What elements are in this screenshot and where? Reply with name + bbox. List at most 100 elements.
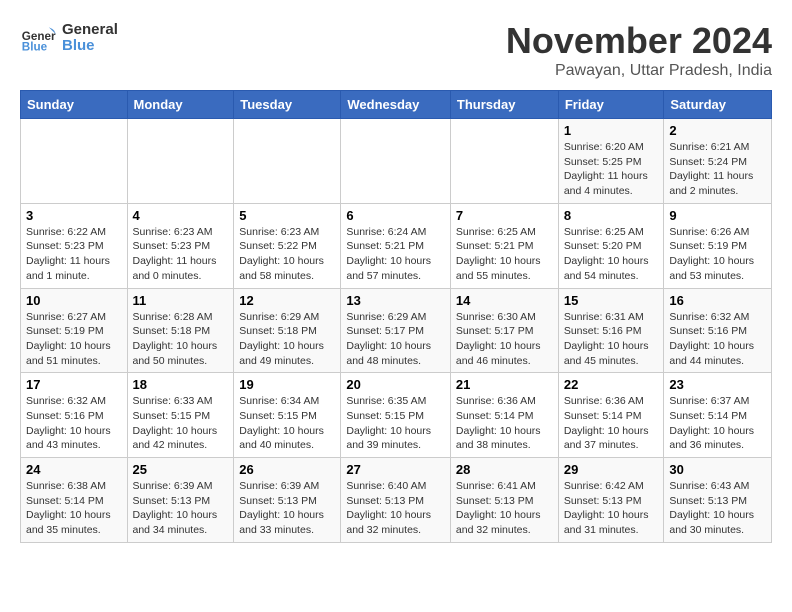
- day-number: 15: [564, 293, 659, 308]
- day-number: 20: [346, 377, 445, 392]
- day-cell: 29 Sunrise: 6:42 AM Sunset: 5:13 PM Dayli…: [558, 458, 664, 543]
- header: General Blue General Blue November 2024 …: [20, 20, 772, 80]
- logo-icon: General Blue: [20, 20, 56, 56]
- day-number: 1: [564, 123, 659, 138]
- day-info: Sunrise: 6:26 AM Sunset: 5:19 PM Dayligh…: [669, 225, 766, 284]
- day-cell: 25Sunrise: 6:39 AM Sunset: 5:13 PM Dayli…: [127, 458, 234, 543]
- header-cell-thursday: Thursday: [450, 91, 558, 119]
- day-cell: 10 Sunrise: 6:27 AM Sunset: 5:19 PM Dayli…: [21, 288, 128, 373]
- calendar-body: 1 Sunrise: 6:20 AM Sunset: 5:25 PM Daylig…: [21, 119, 772, 543]
- day-info: Sunrise: 6:23 AM Sunset: 5:23 PM Dayligh…: [133, 225, 229, 284]
- calendar-table: SundayMondayTuesdayWednesdayThursdayFrid…: [20, 90, 772, 543]
- day-info: Sunrise: 6:33 AM Sunset: 5:15 PM Dayligh…: [133, 394, 229, 453]
- day-info: Sunrise: 6:20 AM Sunset: 5:25 PM Dayligh…: [564, 140, 659, 199]
- day-info: Sunrise: 6:28 AM Sunset: 5:18 PM Dayligh…: [133, 310, 229, 369]
- day-number: 4: [133, 208, 229, 223]
- title-section: November 2024 Pawayan, Uttar Pradesh, In…: [506, 20, 772, 80]
- header-row: SundayMondayTuesdayWednesdayThursdayFrid…: [21, 91, 772, 119]
- day-cell: [21, 119, 128, 204]
- day-info: Sunrise: 6:39 AM Sunset: 5:13 PM Dayligh…: [239, 479, 335, 538]
- day-number: 30: [669, 462, 766, 477]
- day-info: Sunrise: 6:29 AM Sunset: 5:18 PM Dayligh…: [239, 310, 335, 369]
- day-info: Sunrise: 6:35 AM Sunset: 5:15 PM Dayligh…: [346, 394, 445, 453]
- svg-text:Blue: Blue: [22, 41, 48, 54]
- day-number: 29: [564, 462, 659, 477]
- day-number: 9: [669, 208, 766, 223]
- day-number: 3: [26, 208, 122, 223]
- day-info: Sunrise: 6:41 AM Sunset: 5:13 PM Dayligh…: [456, 479, 553, 538]
- day-info: Sunrise: 6:24 AM Sunset: 5:21 PM Dayligh…: [346, 225, 445, 284]
- day-info: Sunrise: 6:31 AM Sunset: 5:16 PM Dayligh…: [564, 310, 659, 369]
- day-cell: 24 Sunrise: 6:38 AM Sunset: 5:14 PM Dayli…: [21, 458, 128, 543]
- week-row-5: 24 Sunrise: 6:38 AM Sunset: 5:14 PM Dayli…: [21, 458, 772, 543]
- day-number: 10: [26, 293, 122, 308]
- day-cell: 15 Sunrise: 6:31 AM Sunset: 5:16 PM Dayli…: [558, 288, 664, 373]
- day-info: Sunrise: 6:42 AM Sunset: 5:13 PM Dayligh…: [564, 479, 659, 538]
- day-cell: 16 Sunrise: 6:32 AM Sunset: 5:16 PM Dayli…: [664, 288, 772, 373]
- day-number: 17: [26, 377, 122, 392]
- day-info: Sunrise: 6:25 AM Sunset: 5:21 PM Dayligh…: [456, 225, 553, 284]
- day-info: Sunrise: 6:25 AM Sunset: 5:20 PM Dayligh…: [564, 225, 659, 284]
- day-cell: 9 Sunrise: 6:26 AM Sunset: 5:19 PM Daylig…: [664, 203, 772, 288]
- logo-blue: Blue: [62, 38, 118, 55]
- day-cell: 20 Sunrise: 6:35 AM Sunset: 5:15 PM Dayli…: [341, 373, 451, 458]
- header-cell-wednesday: Wednesday: [341, 91, 451, 119]
- header-cell-saturday: Saturday: [664, 91, 772, 119]
- day-number: 23: [669, 377, 766, 392]
- day-cell: 3 Sunrise: 6:22 AM Sunset: 5:23 PM Daylig…: [21, 203, 128, 288]
- day-number: 22: [564, 377, 659, 392]
- day-number: 28: [456, 462, 553, 477]
- header-cell-sunday: Sunday: [21, 91, 128, 119]
- day-number: 11: [133, 293, 229, 308]
- day-info: Sunrise: 6:36 AM Sunset: 5:14 PM Dayligh…: [564, 394, 659, 453]
- day-cell: 28 Sunrise: 6:41 AM Sunset: 5:13 PM Dayli…: [450, 458, 558, 543]
- day-number: 7: [456, 208, 553, 223]
- day-info: Sunrise: 6:27 AM Sunset: 5:19 PM Dayligh…: [26, 310, 122, 369]
- day-cell: [450, 119, 558, 204]
- day-info: Sunrise: 6:37 AM Sunset: 5:14 PM Dayligh…: [669, 394, 766, 453]
- day-cell: 12 Sunrise: 6:29 AM Sunset: 5:18 PM Dayli…: [234, 288, 341, 373]
- day-cell: 30 Sunrise: 6:43 AM Sunset: 5:13 PM Dayli…: [664, 458, 772, 543]
- day-info: Sunrise: 6:22 AM Sunset: 5:23 PM Dayligh…: [26, 225, 122, 284]
- day-cell: 11 Sunrise: 6:28 AM Sunset: 5:18 PM Dayli…: [127, 288, 234, 373]
- day-cell: 13 Sunrise: 6:29 AM Sunset: 5:17 PM Dayli…: [341, 288, 451, 373]
- day-cell: 6 Sunrise: 6:24 AM Sunset: 5:21 PM Daylig…: [341, 203, 451, 288]
- day-cell: 5Sunrise: 6:23 AM Sunset: 5:22 PM Daylig…: [234, 203, 341, 288]
- day-cell: [234, 119, 341, 204]
- day-number: 24: [26, 462, 122, 477]
- day-info: Sunrise: 6:43 AM Sunset: 5:13 PM Dayligh…: [669, 479, 766, 538]
- header-cell-friday: Friday: [558, 91, 664, 119]
- day-number: 13: [346, 293, 445, 308]
- day-info: Sunrise: 6:36 AM Sunset: 5:14 PM Dayligh…: [456, 394, 553, 453]
- calendar-subtitle: Pawayan, Uttar Pradesh, India: [506, 62, 772, 80]
- week-row-2: 3 Sunrise: 6:22 AM Sunset: 5:23 PM Daylig…: [21, 203, 772, 288]
- day-info: Sunrise: 6:38 AM Sunset: 5:14 PM Dayligh…: [26, 479, 122, 538]
- day-number: 27: [346, 462, 445, 477]
- day-info: Sunrise: 6:21 AM Sunset: 5:24 PM Dayligh…: [669, 140, 766, 199]
- day-info: Sunrise: 6:29 AM Sunset: 5:17 PM Dayligh…: [346, 310, 445, 369]
- day-number: 8: [564, 208, 659, 223]
- day-info: Sunrise: 6:32 AM Sunset: 5:16 PM Dayligh…: [669, 310, 766, 369]
- day-info: Sunrise: 6:39 AM Sunset: 5:13 PM Dayligh…: [133, 479, 229, 538]
- day-cell: 21 Sunrise: 6:36 AM Sunset: 5:14 PM Dayli…: [450, 373, 558, 458]
- day-cell: 17 Sunrise: 6:32 AM Sunset: 5:16 PM Dayli…: [21, 373, 128, 458]
- day-cell: 7 Sunrise: 6:25 AM Sunset: 5:21 PM Daylig…: [450, 203, 558, 288]
- header-cell-monday: Monday: [127, 91, 234, 119]
- week-row-3: 10 Sunrise: 6:27 AM Sunset: 5:19 PM Dayli…: [21, 288, 772, 373]
- day-number: 6: [346, 208, 445, 223]
- calendar-header: SundayMondayTuesdayWednesdayThursdayFrid…: [21, 91, 772, 119]
- day-cell: 27 Sunrise: 6:40 AM Sunset: 5:13 PM Dayli…: [341, 458, 451, 543]
- day-cell: 4 Sunrise: 6:23 AM Sunset: 5:23 PM Daylig…: [127, 203, 234, 288]
- day-cell: 22 Sunrise: 6:36 AM Sunset: 5:14 PM Dayli…: [558, 373, 664, 458]
- day-info: Sunrise: 6:34 AM Sunset: 5:15 PM Dayligh…: [239, 394, 335, 453]
- day-info: Sunrise: 6:40 AM Sunset: 5:13 PM Dayligh…: [346, 479, 445, 538]
- day-number: 18: [133, 377, 229, 392]
- day-cell: 26Sunrise: 6:39 AM Sunset: 5:13 PM Dayli…: [234, 458, 341, 543]
- day-info: Sunrise: 6:32 AM Sunset: 5:16 PM Dayligh…: [26, 394, 122, 453]
- day-number: 5: [239, 208, 335, 223]
- calendar-title: November 2024: [506, 20, 772, 62]
- day-number: 16: [669, 293, 766, 308]
- day-number: 12: [239, 293, 335, 308]
- day-number: 14: [456, 293, 553, 308]
- day-number: 21: [456, 377, 553, 392]
